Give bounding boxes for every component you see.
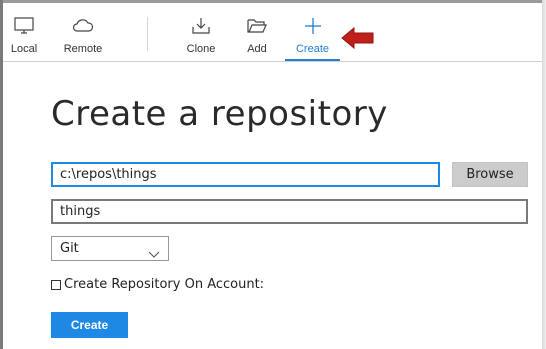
plus-icon	[299, 13, 327, 39]
annotation-arrow-icon	[341, 26, 375, 54]
toolbar-create-button[interactable]: Create	[285, 3, 340, 61]
toolbar-clone-button[interactable]: Clone	[186, 3, 216, 61]
create-button[interactable]: Create	[51, 312, 128, 338]
vcs-type-selected-value: Git	[60, 241, 79, 256]
toolbar-add-label: Add	[247, 43, 267, 55]
create-on-account-checkbox[interactable]	[51, 279, 61, 290]
active-tab-indicator	[285, 59, 340, 61]
toolbar-create-label: Create	[295, 43, 330, 55]
toolbar-divider	[147, 17, 148, 51]
toolbar-local-label: Local	[10, 43, 38, 55]
download-tray-icon	[187, 13, 215, 39]
chevron-down-icon	[148, 244, 160, 267]
toolbar-remote-label: Remote	[63, 43, 103, 55]
vcs-type-select[interactable]: Git	[51, 236, 169, 261]
account-checkbox-row: Create Repository On Account:	[51, 277, 264, 292]
browse-button[interactable]: Browse	[452, 162, 528, 187]
repository-name-input[interactable]: things	[51, 199, 528, 224]
toolbar-local-button[interactable]: Local	[9, 3, 39, 61]
toolbar-clone-label: Clone	[186, 43, 216, 55]
toolbar-remote-button[interactable]: Remote	[59, 3, 107, 61]
toolbar: Local Remote Clone Add Create	[3, 3, 542, 62]
repository-path-input[interactable]: c:\repos\things	[51, 162, 440, 187]
create-on-account-label: Create Repository On Account:	[64, 277, 265, 292]
toolbar-add-button[interactable]: Add	[243, 3, 271, 61]
window-right-border	[542, 0, 546, 349]
monitor-icon	[10, 13, 38, 39]
open-folder-icon	[243, 13, 271, 39]
cloud-icon	[69, 13, 97, 39]
page-title: Create a repository	[51, 94, 388, 134]
